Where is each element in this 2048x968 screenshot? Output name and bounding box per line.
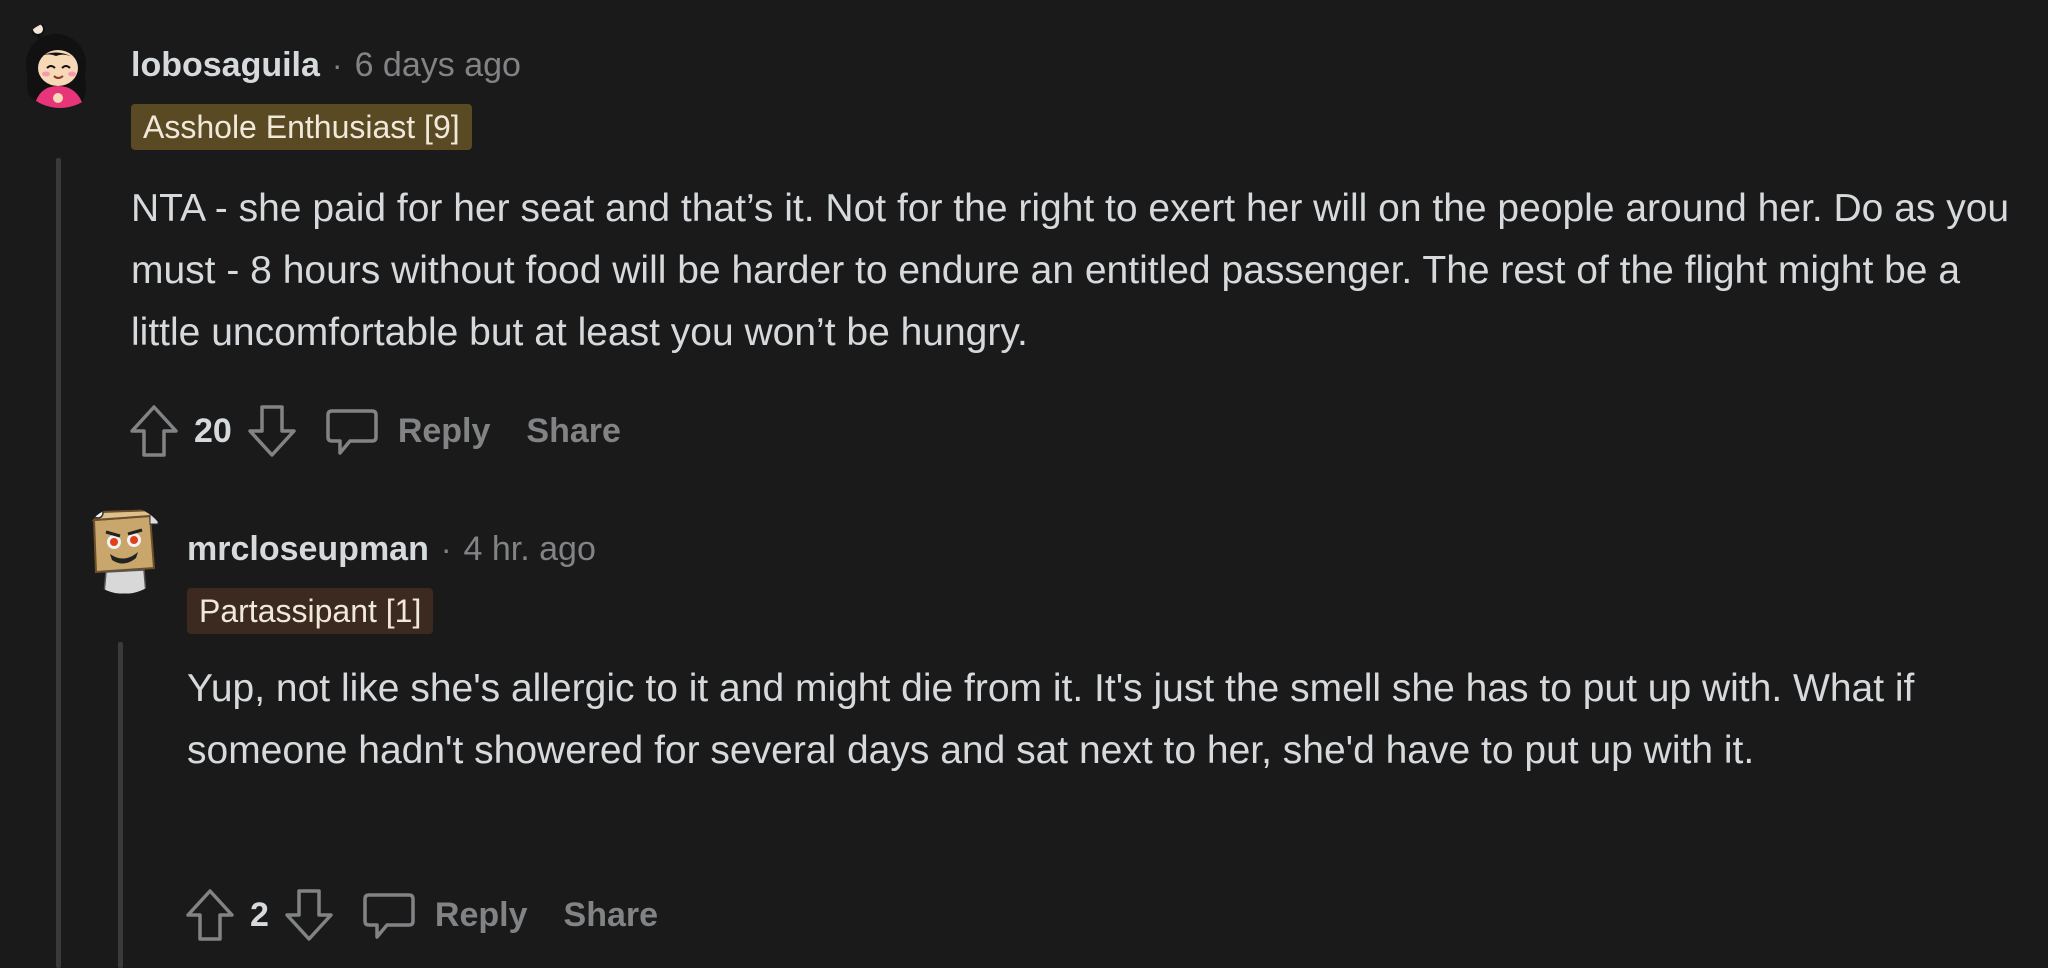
username[interactable]: lobosaguila xyxy=(131,46,320,85)
reply-label: Reply xyxy=(434,895,528,934)
separator-dot: · xyxy=(331,47,343,83)
reply-comment: mrcloseupman · 4 hr. ago Partassipant [1… xyxy=(58,484,2048,968)
vote-score: 20 xyxy=(194,411,232,450)
reply-button[interactable]: Reply xyxy=(324,403,491,459)
separator-dot: · xyxy=(440,531,452,567)
reply-button[interactable]: Reply xyxy=(361,887,528,943)
avatar-illustration xyxy=(16,20,104,108)
timestamp[interactable]: 6 days ago xyxy=(355,46,521,85)
username[interactable]: mrcloseupman xyxy=(187,530,429,569)
comment-actions: 20 Reply Share xyxy=(124,398,621,464)
downvote-arrow-icon[interactable] xyxy=(242,398,302,464)
user-flair: Partassipant [1] xyxy=(187,588,434,634)
vote-score: 2 xyxy=(250,895,269,934)
share-button[interactable]: Share xyxy=(564,896,659,935)
avatar[interactable] xyxy=(16,20,104,108)
upvote-arrow-icon[interactable] xyxy=(124,398,184,464)
timestamp[interactable]: 4 hr. ago xyxy=(464,530,596,569)
downvote-arrow-icon[interactable] xyxy=(279,882,339,948)
comment-body: NTA - she paid for her seat and that’s i… xyxy=(131,187,2010,354)
upvote-arrow-icon[interactable] xyxy=(180,882,240,948)
avatar[interactable] xyxy=(80,506,168,594)
speech-bubble-icon xyxy=(324,403,380,459)
comment-actions: 2 Reply Share xyxy=(180,882,658,948)
comment-thread: lobosaguila · 6 days ago Asshole Enthusi… xyxy=(0,0,2048,968)
speech-bubble-icon xyxy=(361,887,417,943)
comment-meta: mrcloseupman · 4 hr. ago xyxy=(187,530,596,569)
thread-line[interactable] xyxy=(118,642,123,968)
share-button[interactable]: Share xyxy=(526,412,621,451)
avatar-illustration xyxy=(80,506,168,594)
reply-label: Reply xyxy=(397,411,491,450)
comment-body: Yup, not like she's allergic to it and m… xyxy=(187,667,1915,772)
user-flair: Asshole Enthusiast [9] xyxy=(131,104,472,150)
comment-meta: lobosaguila · 6 days ago xyxy=(131,46,521,85)
